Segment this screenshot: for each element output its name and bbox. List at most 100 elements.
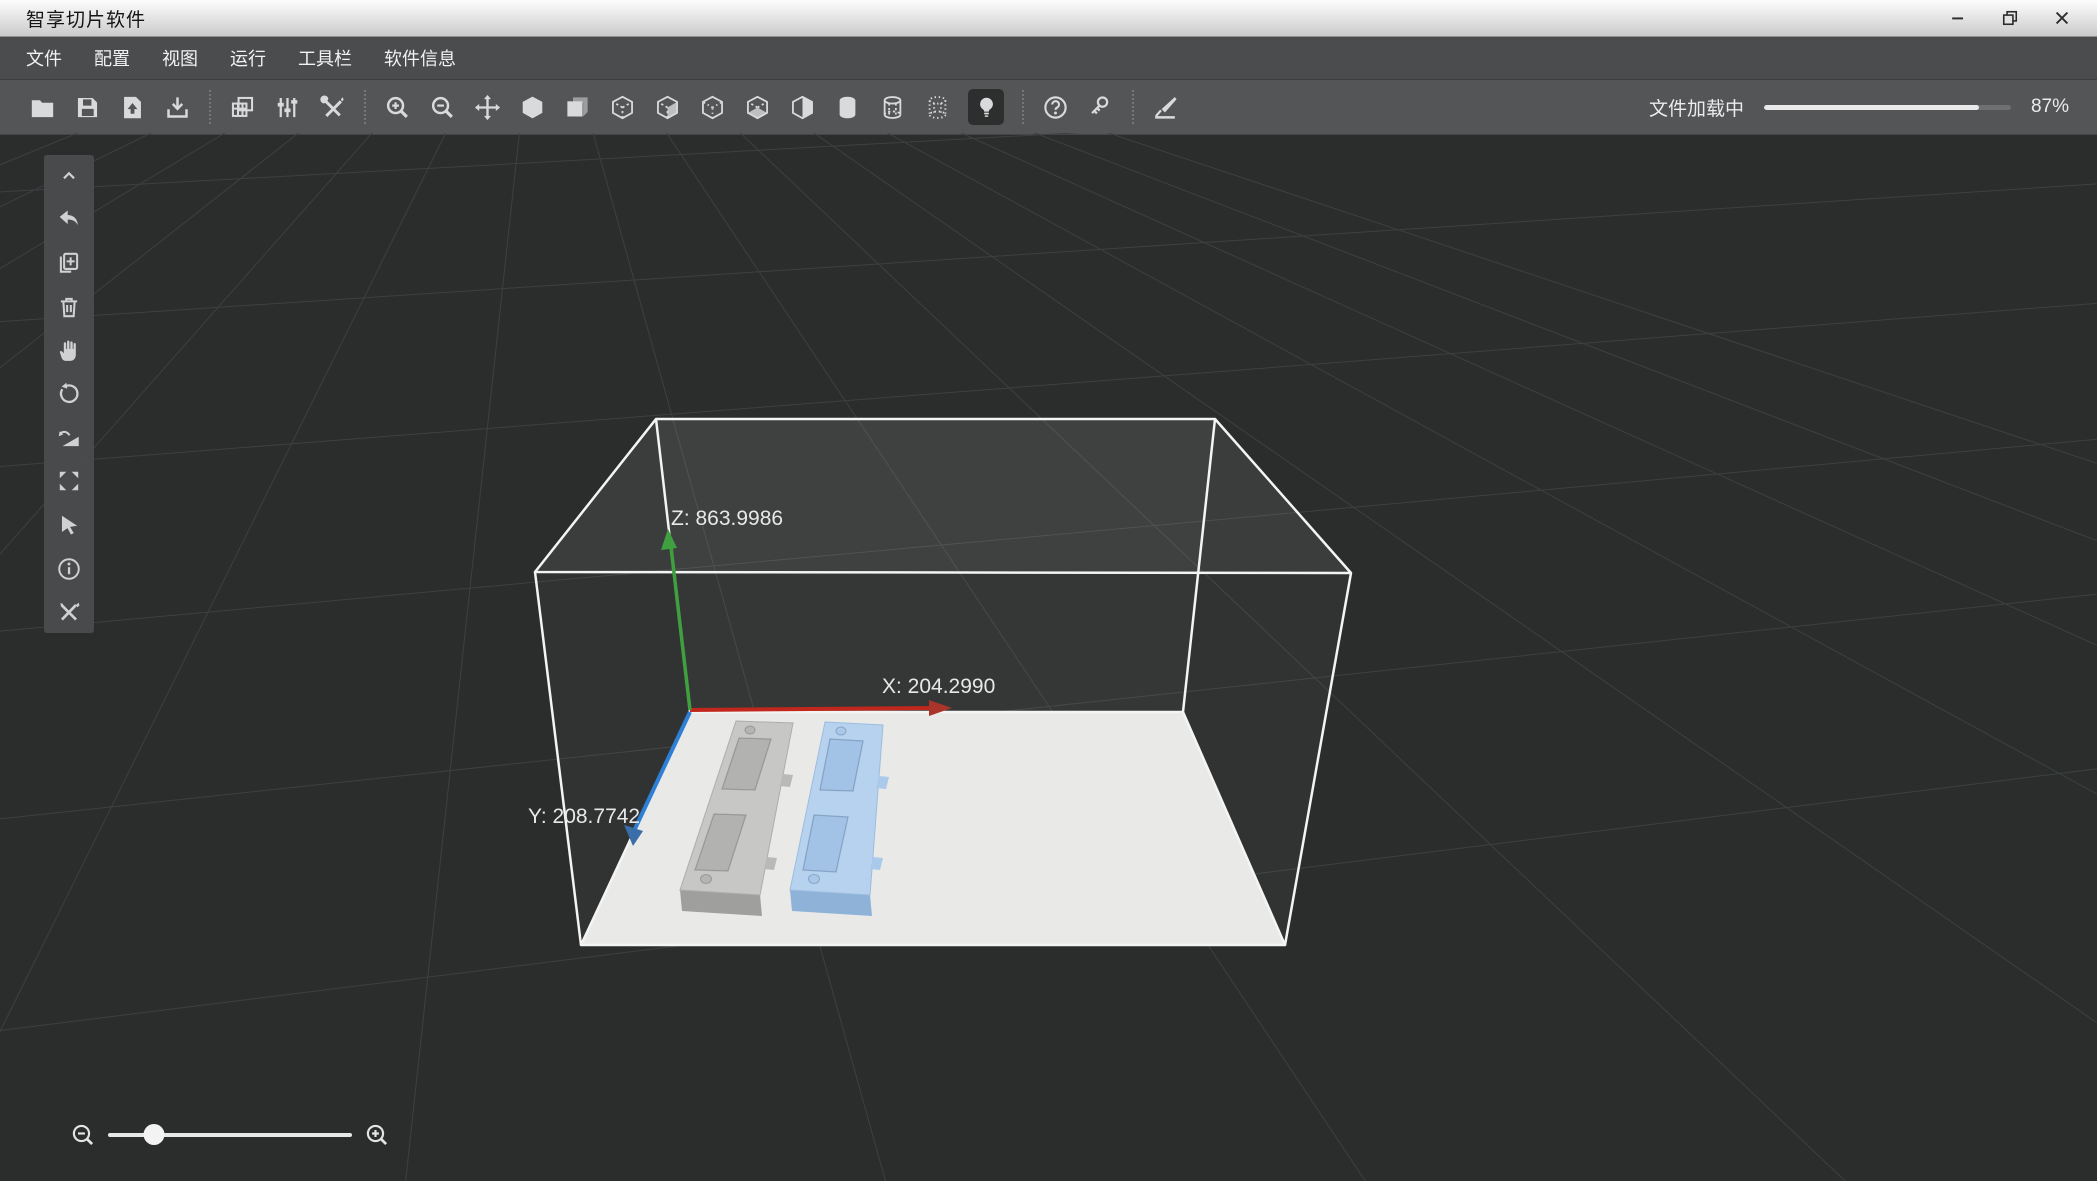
left-tool-palette: [44, 155, 94, 633]
export-model-icon: [164, 94, 191, 121]
view-surface-button[interactable]: [563, 93, 591, 121]
cylinder-points-icon: [924, 94, 951, 121]
menu-toolbar[interactable]: 工具栏: [282, 37, 368, 79]
view-half-cube-button[interactable]: [788, 93, 816, 121]
close-icon: [2052, 8, 2072, 28]
window-controls: [1945, 5, 2075, 31]
mirror-flip-button[interactable]: [56, 424, 83, 451]
trash-icon: [56, 294, 82, 320]
cursor-icon: [56, 512, 82, 538]
knife-icon: [1152, 94, 1179, 121]
file-loading-label: 文件加载中: [1648, 98, 1744, 120]
duplicate-object-button[interactable]: [56, 249, 83, 276]
bottom-face-cube-icon: [744, 94, 771, 121]
toolbar-separator: [363, 90, 366, 124]
viewport-3d[interactable]: Z: 863.9986 X: 204.2990 Y: 208.7742: [0, 133, 2097, 1181]
zoom-out-icon: [429, 94, 456, 121]
menu-run[interactable]: 运行: [214, 37, 282, 79]
maximize-fit-button[interactable]: [56, 468, 83, 495]
progress-fill: [1763, 104, 1979, 110]
key-icon: [1087, 94, 1114, 121]
restore-button[interactable]: [1997, 5, 2023, 31]
zoom-out-button[interactable]: [428, 93, 456, 121]
menu-file[interactable]: 文件: [10, 37, 78, 79]
zoom-slider-knob[interactable]: [143, 1124, 165, 1145]
half-cube-icon: [789, 94, 816, 121]
repair-tools-icon: [56, 599, 82, 625]
right-face-cube-icon: [654, 94, 681, 121]
menu-software-info[interactable]: 软件信息: [368, 37, 472, 79]
rotate-button[interactable]: [56, 380, 83, 407]
zoom-in-icon: [384, 94, 411, 121]
x-axis-label: X: 204.2990: [882, 675, 995, 698]
duplicate-batch-button[interactable]: [228, 93, 256, 121]
menu-view[interactable]: 视图: [146, 37, 214, 79]
help-button[interactable]: [1041, 93, 1069, 121]
view-bottom-face-button[interactable]: [743, 93, 771, 121]
delete-object-button[interactable]: [56, 293, 83, 320]
zoom-slider[interactable]: [108, 1124, 352, 1145]
view-solid-button[interactable]: [518, 93, 546, 121]
menu-config[interactable]: 配置: [78, 37, 146, 79]
undo-button[interactable]: [56, 206, 83, 233]
minimize-button[interactable]: [1945, 5, 1971, 31]
expand-arrows-icon: [56, 468, 82, 494]
toolbar-separator: [208, 90, 211, 124]
menu-bar: 文件 配置 视图 运行 工具栏 软件信息: [0, 37, 2097, 79]
open-folder-button[interactable]: [28, 93, 56, 121]
view-right-face-button[interactable]: [653, 93, 681, 121]
info-icon: [56, 556, 82, 582]
add-copy-icon: [56, 250, 82, 276]
rotate-ccw-icon: [56, 381, 82, 407]
sliders-icon: [274, 94, 301, 121]
zoom-in-magnifier-icon[interactable]: [364, 1122, 390, 1148]
title-bar: 智享切片软件: [0, 0, 2097, 37]
surface-cube-icon: [564, 94, 591, 121]
cut-knife-button[interactable]: [1151, 93, 1179, 121]
hand-icon: [56, 337, 82, 363]
solid-cube-icon: [519, 94, 546, 121]
cylinder-wireframe-icon: [879, 94, 906, 121]
main-toolbar: 文件加载中 87%: [0, 79, 2097, 135]
save-icon: [74, 94, 101, 121]
move-icon: [474, 94, 501, 121]
cylinder-solid-button[interactable]: [833, 93, 861, 121]
open-folder-icon: [29, 94, 56, 121]
view-wireframe-button[interactable]: [608, 93, 636, 121]
undo-icon: [56, 206, 82, 232]
toolbar-separator: [1131, 90, 1134, 124]
dotted-cube-icon: [699, 94, 726, 121]
chevron-up-icon: [58, 165, 80, 187]
tools-icon: [319, 94, 346, 121]
pan-button[interactable]: [56, 337, 83, 364]
import-file-button[interactable]: [118, 93, 146, 121]
tools-button[interactable]: [318, 93, 346, 121]
toolbar-separator: [1021, 90, 1024, 124]
collapse-button[interactable]: [56, 162, 83, 189]
help-icon: [1042, 94, 1069, 121]
zoom-in-button[interactable]: [383, 93, 411, 121]
file-loading-percent: 87%: [2030, 96, 2069, 117]
save-button[interactable]: [73, 93, 101, 121]
import-file-icon: [119, 94, 146, 121]
file-loading-cluster: 文件加载中 87%: [1649, 94, 2069, 121]
cylinder-wireframe-button[interactable]: [878, 93, 906, 121]
wireframe-cube-icon: [609, 94, 636, 121]
light-toggle-button[interactable]: [968, 89, 1004, 125]
settings-sliders-button[interactable]: [273, 93, 301, 121]
cylinder-points-button[interactable]: [923, 93, 951, 121]
cylinder-solid-icon: [834, 94, 861, 121]
zoom-out-magnifier-icon[interactable]: [70, 1122, 96, 1148]
mirror-icon: [56, 425, 82, 451]
object-info-button[interactable]: [56, 555, 83, 582]
restore-icon: [2000, 8, 2020, 28]
app-title: 智享切片软件: [26, 9, 147, 31]
select-pointer-button[interactable]: [56, 512, 83, 539]
close-button[interactable]: [2049, 5, 2075, 31]
export-model-button[interactable]: [163, 93, 191, 121]
view-dotted-button[interactable]: [698, 93, 726, 121]
repair-model-button[interactable]: [56, 599, 83, 626]
license-key-button[interactable]: [1086, 93, 1114, 121]
move-button[interactable]: [473, 93, 501, 121]
duplicate-batch-icon: [229, 94, 256, 121]
